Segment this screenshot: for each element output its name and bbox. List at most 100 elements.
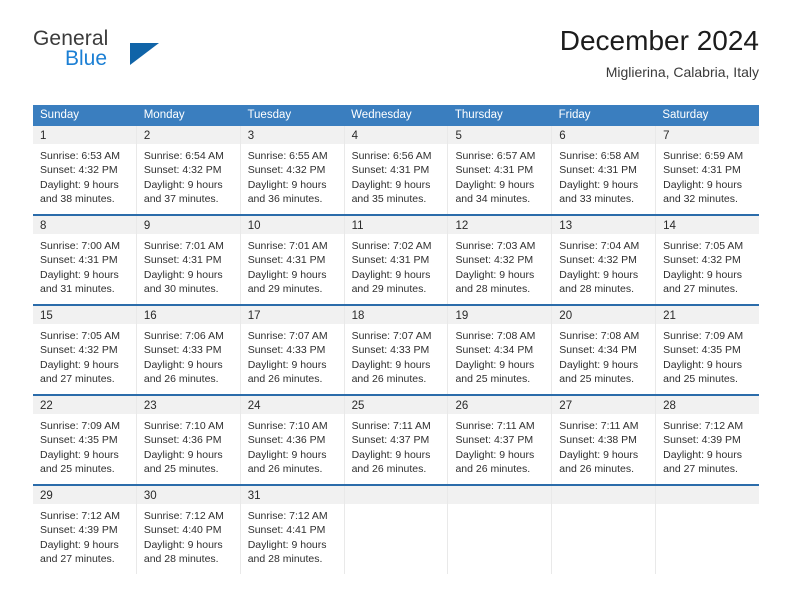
day-details: Sunrise: 7:05 AM Sunset: 4:32 PM Daylight:… bbox=[656, 234, 759, 296]
calendar-day-cell[interactable]: 14 Sunrise: 7:05 AM Sunset: 4:32 PM Dayligh… bbox=[656, 216, 760, 304]
sunrise-text: Sunrise: 7:12 AM bbox=[40, 510, 120, 522]
calendar-day-cell[interactable]: 9 Sunrise: 7:01 AM Sunset: 4:31 PM Daylight… bbox=[136, 216, 241, 304]
title-block: December 2024 Miglierina, Calabria, Ital… bbox=[560, 22, 759, 82]
weekday-header-sunday: Sunday bbox=[40, 109, 80, 121]
sunrise-text: Sunrise: 7:05 AM bbox=[40, 330, 120, 342]
weekday-header-saturday: Saturday bbox=[662, 109, 709, 121]
calendar-day-cell[interactable]: 8 Sunrise: 7:00 AM Sunset: 4:31 PM Daylight… bbox=[33, 216, 137, 304]
daylight-text-line2: and 25 minutes. bbox=[40, 462, 115, 475]
sunrise-text: Sunrise: 7:10 AM bbox=[143, 420, 224, 432]
calendar-day-cell[interactable]: 4 Sunrise: 6:56 AM Sunset: 4:31 PM Daylight… bbox=[344, 126, 449, 214]
calendar-day-cell[interactable]: 21 Sunrise: 7:09 AM Sunset: 4:35 PM Dayligh… bbox=[656, 306, 760, 394]
calendar-day-cell[interactable]: 20 Sunrise: 7:08 AM Sunset: 4:34 PM Dayligh… bbox=[552, 306, 657, 394]
calendar-day-cell-empty bbox=[448, 486, 553, 574]
calendar-day-cell[interactable]: 30 Sunrise: 7:12 AM Sunset: 4:40 PM Dayligh… bbox=[136, 486, 241, 574]
calendar-day-cell[interactable]: 17 Sunrise: 7:07 AM Sunset: 4:33 PM Dayligh… bbox=[240, 306, 345, 394]
day-details: Sunrise: 7:08 AM Sunset: 4:34 PM Daylight:… bbox=[448, 324, 551, 386]
day-number-band: 14 bbox=[656, 216, 760, 234]
calendar-day-cell[interactable]: 22 Sunrise: 7:09 AM Sunset: 4:35 PM Dayligh… bbox=[33, 396, 137, 484]
calendar-week-row: 8 Sunrise: 7:00 AM Sunset: 4:31 PM Daylight… bbox=[33, 214, 760, 304]
sunset-text: Sunset: 4:36 PM bbox=[247, 434, 326, 447]
daylight-text-line2: and 26 minutes. bbox=[247, 462, 323, 475]
calendar-day-cell[interactable]: 1 Sunrise: 6:53 AM Sunset: 4:32 PM Daylight… bbox=[33, 126, 137, 214]
daylight-text-line2: and 27 minutes. bbox=[40, 552, 115, 565]
day-number-band: 24 bbox=[240, 396, 344, 414]
day-details: Sunrise: 7:04 AM Sunset: 4:32 PM Daylight:… bbox=[552, 234, 655, 296]
day-details: Sunrise: 7:01 AM Sunset: 4:31 PM Daylight:… bbox=[241, 234, 344, 296]
calendar-day-cell[interactable]: 28 Sunrise: 7:12 AM Sunset: 4:39 PM Dayligh… bbox=[656, 396, 760, 484]
calendar-day-cell[interactable]: 15 Sunrise: 7:05 AM Sunset: 4:32 PM Dayligh… bbox=[33, 306, 137, 394]
calendar-day-cell[interactable]: 6 Sunrise: 6:58 AM Sunset: 4:31 PM Daylight… bbox=[552, 126, 657, 214]
daylight-text-line1: Daylight: 9 hours bbox=[663, 268, 742, 281]
day-details bbox=[552, 504, 655, 509]
sunset-text: Sunset: 4:40 PM bbox=[143, 524, 222, 537]
sunset-text: Sunset: 4:31 PM bbox=[663, 164, 741, 177]
day-number-band bbox=[656, 486, 760, 504]
calendar-week-row: 29 Sunrise: 7:12 AM Sunset: 4:39 PM Dayligh… bbox=[33, 484, 760, 574]
calendar-day-cell[interactable]: 2 Sunrise: 6:54 AM Sunset: 4:32 PM Daylight… bbox=[136, 126, 241, 214]
calendar-page: General Blue December 2024 Miglierina, C… bbox=[0, 0, 792, 612]
weekday-header-friday: Friday bbox=[558, 109, 591, 121]
calendar-day-cell[interactable]: 12 Sunrise: 7:03 AM Sunset: 4:32 PM Dayligh… bbox=[448, 216, 553, 304]
day-number-band: 28 bbox=[656, 396, 760, 414]
calendar-day-cell[interactable]: 5 Sunrise: 6:57 AM Sunset: 4:31 PM Daylight… bbox=[448, 126, 553, 214]
day-number-band: 9 bbox=[136, 216, 240, 234]
calendar-day-cell[interactable]: 13 Sunrise: 7:04 AM Sunset: 4:32 PM Dayligh… bbox=[552, 216, 657, 304]
daylight-text-line2: and 38 minutes. bbox=[40, 192, 115, 205]
calendar-week-cells: 29 Sunrise: 7:12 AM Sunset: 4:39 PM Dayligh… bbox=[33, 486, 760, 574]
daylight-text-line1: Daylight: 9 hours bbox=[663, 178, 742, 191]
calendar-day-cell[interactable]: 19 Sunrise: 7:08 AM Sunset: 4:34 PM Dayligh… bbox=[448, 306, 553, 394]
sunrise-text: Sunrise: 7:09 AM bbox=[663, 330, 744, 342]
day-details: Sunrise: 7:12 AM Sunset: 4:39 PM Daylight:… bbox=[33, 504, 136, 566]
calendar-day-cell[interactable]: 27 Sunrise: 7:11 AM Sunset: 4:38 PM Dayligh… bbox=[552, 396, 657, 484]
day-number: 27 bbox=[559, 400, 573, 412]
calendar-day-cell[interactable]: 18 Sunrise: 7:07 AM Sunset: 4:33 PM Dayligh… bbox=[344, 306, 449, 394]
day-details bbox=[656, 504, 759, 509]
sunrise-text: Sunrise: 7:12 AM bbox=[247, 510, 328, 522]
day-number: 20 bbox=[559, 310, 573, 322]
page-subtitle: Miglierina, Calabria, Italy bbox=[605, 64, 759, 80]
daylight-text-line1: Daylight: 9 hours bbox=[143, 268, 223, 281]
day-number: 19 bbox=[455, 310, 469, 322]
day-number-band: 8 bbox=[33, 216, 136, 234]
day-details: Sunrise: 7:07 AM Sunset: 4:33 PM Daylight:… bbox=[345, 324, 448, 386]
calendar-day-cell[interactable]: 24 Sunrise: 7:10 AM Sunset: 4:36 PM Dayligh… bbox=[240, 396, 345, 484]
day-number: 12 bbox=[455, 220, 469, 232]
sunset-text: Sunset: 4:32 PM bbox=[247, 164, 326, 177]
calendar-day-cell[interactable]: 31 Sunrise: 7:12 AM Sunset: 4:41 PM Dayligh… bbox=[240, 486, 345, 574]
sunset-text: Sunset: 4:33 PM bbox=[351, 344, 430, 357]
daylight-text-line2: and 26 minutes. bbox=[143, 372, 219, 385]
daylight-text-line2: and 36 minutes. bbox=[247, 192, 323, 205]
sunrise-text: Sunrise: 7:03 AM bbox=[455, 240, 536, 252]
day-number-band: 27 bbox=[552, 396, 656, 414]
sunset-text: Sunset: 4:32 PM bbox=[559, 254, 637, 267]
calendar-day-cell[interactable]: 26 Sunrise: 7:11 AM Sunset: 4:37 PM Dayligh… bbox=[448, 396, 553, 484]
day-number: 1 bbox=[40, 130, 47, 142]
brand-logo[interactable]: General Blue bbox=[33, 28, 263, 70]
day-details: Sunrise: 6:55 AM Sunset: 4:32 PM Daylight:… bbox=[241, 144, 344, 206]
calendar-day-cell[interactable]: 7 Sunrise: 6:59 AM Sunset: 4:31 PM Daylight… bbox=[656, 126, 760, 214]
sunrise-text: Sunrise: 7:00 AM bbox=[40, 240, 120, 252]
daylight-text-line2: and 29 minutes. bbox=[351, 282, 427, 295]
sunrise-text: Sunrise: 7:02 AM bbox=[351, 240, 432, 252]
sunset-text: Sunset: 4:36 PM bbox=[143, 434, 222, 447]
sunrise-text: Sunrise: 7:01 AM bbox=[247, 240, 328, 252]
daylight-text-line2: and 25 minutes. bbox=[455, 372, 531, 385]
sunrise-text: Sunrise: 7:07 AM bbox=[351, 330, 432, 342]
calendar-day-cell[interactable]: 11 Sunrise: 7:02 AM Sunset: 4:31 PM Dayligh… bbox=[344, 216, 449, 304]
day-number-band: 5 bbox=[448, 126, 552, 144]
sunrise-text: Sunrise: 7:05 AM bbox=[663, 240, 744, 252]
calendar-day-cell[interactable]: 23 Sunrise: 7:10 AM Sunset: 4:36 PM Dayligh… bbox=[136, 396, 241, 484]
calendar-day-cell[interactable]: 25 Sunrise: 7:11 AM Sunset: 4:37 PM Dayligh… bbox=[344, 396, 449, 484]
day-number: 15 bbox=[40, 310, 53, 322]
calendar-day-cell[interactable]: 3 Sunrise: 6:55 AM Sunset: 4:32 PM Daylight… bbox=[240, 126, 345, 214]
day-details: Sunrise: 6:56 AM Sunset: 4:31 PM Daylight:… bbox=[345, 144, 448, 206]
calendar-day-cell[interactable]: 10 Sunrise: 7:01 AM Sunset: 4:31 PM Dayligh… bbox=[240, 216, 345, 304]
day-details: Sunrise: 7:03 AM Sunset: 4:32 PM Daylight:… bbox=[448, 234, 551, 296]
calendar-day-cell[interactable]: 29 Sunrise: 7:12 AM Sunset: 4:39 PM Dayligh… bbox=[33, 486, 137, 574]
day-details: Sunrise: 7:10 AM Sunset: 4:36 PM Daylight:… bbox=[241, 414, 344, 476]
day-number: 28 bbox=[663, 400, 676, 412]
calendar-day-cell[interactable]: 16 Sunrise: 7:06 AM Sunset: 4:33 PM Dayligh… bbox=[136, 306, 241, 394]
daylight-text-line1: Daylight: 9 hours bbox=[247, 448, 327, 461]
daylight-text-line1: Daylight: 9 hours bbox=[40, 178, 119, 191]
